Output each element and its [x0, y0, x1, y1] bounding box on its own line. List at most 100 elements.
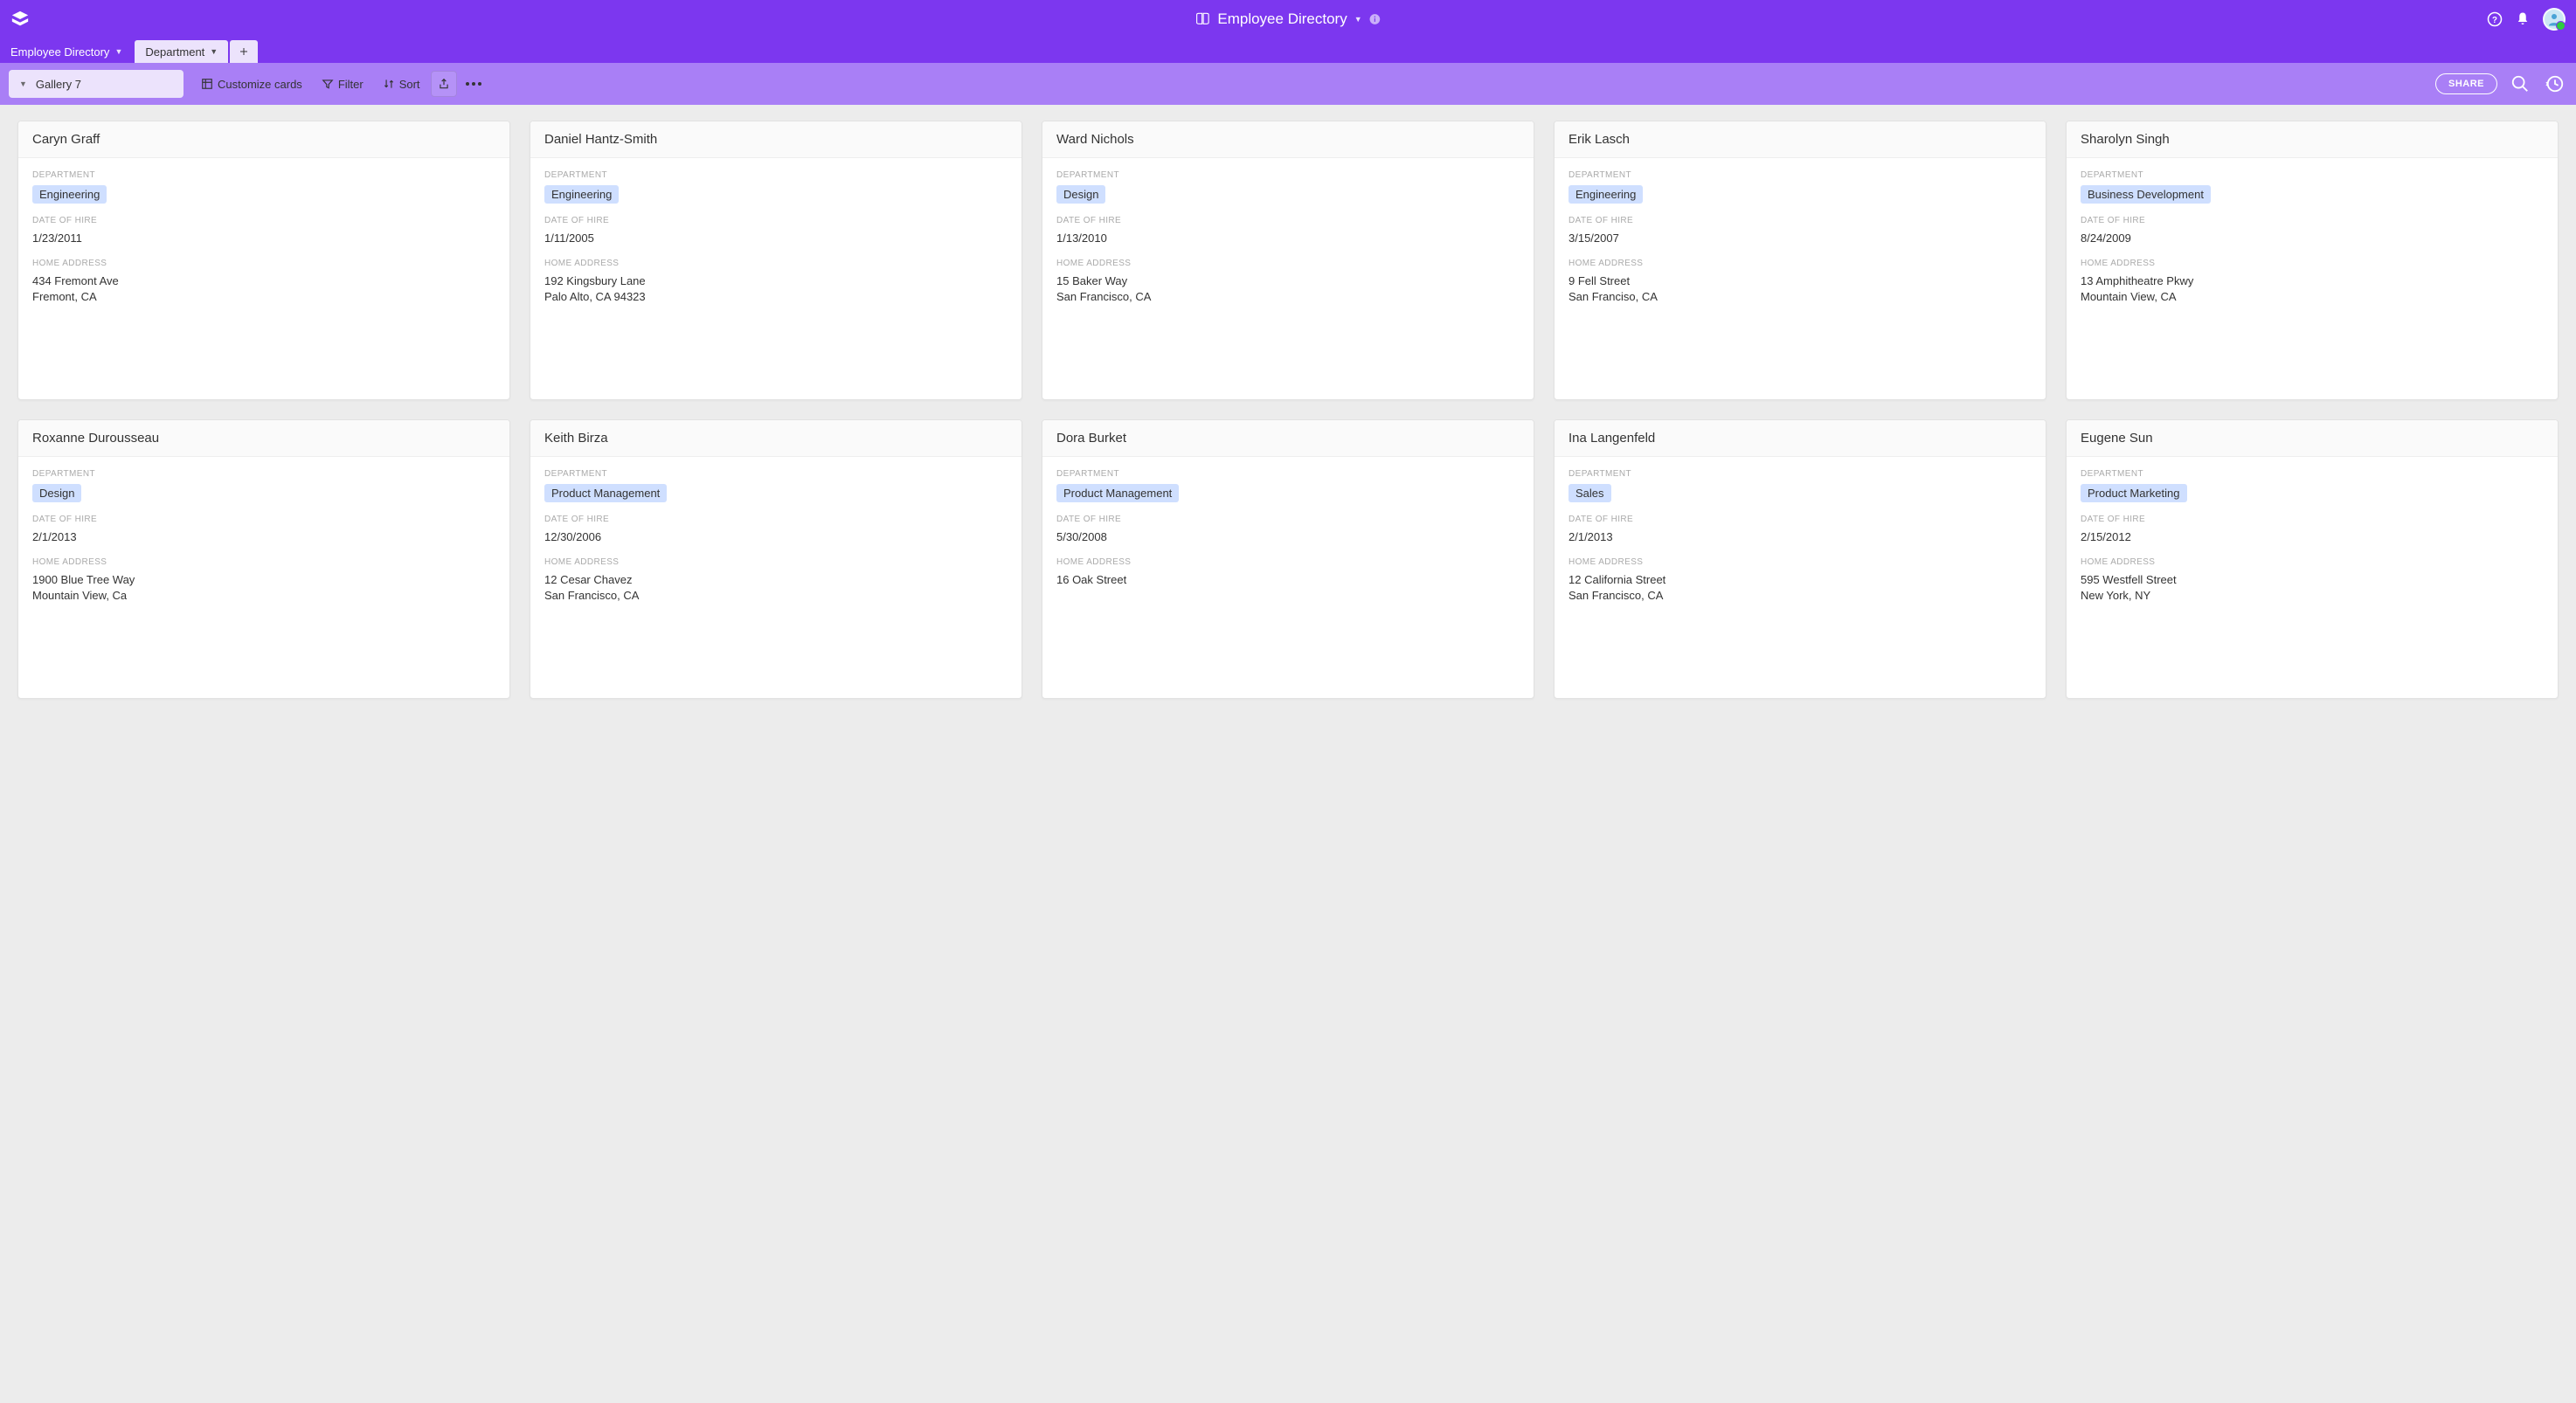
field-label-hire: DATE OF HIRE	[544, 216, 1008, 225]
record-card[interactable]: Keith BirzaDEPARTMENTProduct ManagementD…	[530, 419, 1022, 699]
address-value: 9 Fell Street San Franciso, CA	[1568, 273, 2032, 305]
record-card[interactable]: Sharolyn Singh DEPARTMENT Business Develop…	[2066, 121, 2559, 400]
hire-date-value: 5/30/2008	[1056, 529, 1520, 545]
field-label-department: DEPARTMENT	[1568, 469, 2032, 479]
hire-date-value: 1/11/2005	[544, 231, 1008, 246]
view-bar: ▼ Gallery 7 Customize cards Filter Sort	[0, 63, 2576, 105]
table-tab[interactable]: Department ▼	[135, 40, 228, 63]
card-title: Ina Langenfeld	[1555, 420, 2046, 457]
chevron-down-icon: ▼	[1354, 15, 1362, 24]
history-icon	[2545, 74, 2565, 93]
field-label-address: HOME ADDRESS	[2081, 259, 2544, 268]
add-table-tab[interactable]	[230, 40, 258, 63]
tab-label: Employee Directory	[10, 45, 109, 59]
field-label-hire: DATE OF HIRE	[1056, 515, 1520, 524]
chevron-down-icon: ▼	[19, 79, 27, 88]
field-label-address: HOME ADDRESS	[2081, 557, 2544, 567]
record-card[interactable]: Ina LangenfeldDEPARTMENTSalesDATE OF HIR…	[1554, 419, 2046, 699]
filter-icon	[322, 78, 334, 90]
hire-date-value: 2/15/2012	[2081, 529, 2544, 545]
sort-button[interactable]: Sort	[374, 70, 429, 98]
card-body: DEPARTMENTDesignDATE OF HIRE1/13/2010HOM…	[1042, 158, 1534, 320]
department-tag: Business Development	[2081, 185, 2211, 204]
export-button[interactable]	[431, 71, 457, 97]
search-icon	[2510, 74, 2530, 93]
view-name: Gallery 7	[36, 78, 81, 91]
view-bar-right: SHARE	[2435, 72, 2567, 96]
header-right: ?	[2487, 8, 2566, 31]
hire-date-value: 2/1/2013	[32, 529, 495, 545]
department-tag: Product Marketing	[2081, 484, 2187, 502]
customize-cards-button[interactable]: Customize cards	[192, 70, 311, 98]
history-button[interactable]	[2543, 72, 2567, 96]
more-options-button[interactable]	[459, 70, 488, 98]
dots-icon	[466, 82, 481, 86]
top-header: Employee Directory ▼ ?	[0, 0, 2576, 38]
table-tab-strip: Employee Directory ▼ Department ▼	[0, 38, 2576, 63]
view-selector[interactable]: ▼ Gallery 7	[9, 70, 184, 98]
address-value: 12 California Street San Francisco, CA	[1568, 572, 2032, 604]
card-title: Ward Nichols	[1042, 121, 1534, 158]
department-tag: Product Management	[544, 484, 667, 502]
card-title: Sharolyn Singh	[2067, 121, 2558, 158]
record-card[interactable]: Erik LaschDEPARTMENTEngineeringDATE OF H…	[1554, 121, 2046, 400]
address-value: 16 Oak Street	[1056, 572, 1520, 588]
base-title: Employee Directory	[1217, 10, 1347, 28]
header-title-group[interactable]: Employee Directory ▼	[1195, 10, 1381, 28]
address-value: 15 Baker Way San Francisco, CA	[1056, 273, 1520, 305]
record-card[interactable]: Roxanne DurousseauDEPARTMENTDesignDATE O…	[17, 419, 510, 699]
department-tag: Design	[1056, 185, 1105, 204]
record-card[interactable]: Daniel Hantz-SmithDEPARTMENTEngineeringD…	[530, 121, 1022, 400]
department-tag: Engineering	[544, 185, 619, 204]
card-body: DEPARTMENTDesignDATE OF HIRE2/1/2013HOME…	[18, 457, 509, 619]
bell-icon[interactable]	[2515, 11, 2531, 27]
card-body: DEPARTMENTEngineeringDATE OF HIRE1/23/20…	[18, 158, 509, 320]
chevron-down-icon: ▼	[210, 47, 218, 56]
field-label-department: DEPARTMENT	[1056, 469, 1520, 479]
tab-label: Department	[145, 45, 204, 59]
card-title: Erik Lasch	[1555, 121, 2046, 158]
field-label-department: DEPARTMENT	[2081, 469, 2544, 479]
field-label-address: HOME ADDRESS	[544, 557, 1008, 567]
card-title: Eugene Sun	[2067, 420, 2558, 457]
table-tab[interactable]: Employee Directory ▼	[0, 40, 133, 63]
filter-button[interactable]: Filter	[313, 70, 372, 98]
department-tag: Engineering	[32, 185, 107, 204]
card-title: Roxanne Durousseau	[18, 420, 509, 457]
share-up-icon	[438, 78, 450, 90]
hire-date-value: 8/24/2009	[2081, 231, 2544, 246]
search-button[interactable]	[2508, 72, 2532, 96]
field-label-hire: DATE OF HIRE	[544, 515, 1008, 524]
department-tag: Sales	[1568, 484, 1611, 502]
record-card[interactable]: Dora BurketDEPARTMENTProduct ManagementD…	[1042, 419, 1534, 699]
help-icon[interactable]: ?	[2487, 11, 2503, 27]
user-avatar[interactable]	[2543, 8, 2566, 31]
hire-date-value: 2/1/2013	[1568, 529, 2032, 545]
hire-date-value: 12/30/2006	[544, 529, 1008, 545]
card-body: DEPARTMENTEngineeringDATE OF HIRE3/15/20…	[1555, 158, 2046, 320]
field-label-department: DEPARTMENT	[544, 170, 1008, 180]
field-label-address: HOME ADDRESS	[544, 259, 1008, 268]
record-card[interactable]: Ward NicholsDEPARTMENTDesignDATE OF HIRE…	[1042, 121, 1534, 400]
field-label-address: HOME ADDRESS	[32, 557, 495, 567]
field-label-department: DEPARTMENT	[32, 469, 495, 479]
record-card[interactable]: Caryn GraffDEPARTMENTEngineeringDATE OF …	[17, 121, 510, 400]
app-logo-icon[interactable]	[10, 10, 30, 29]
field-label-address: HOME ADDRESS	[32, 259, 495, 268]
card-body: DEPARTMENT Product Marketing DATE OF HIRE 2…	[2067, 457, 2558, 619]
card-body: DEPARTMENT Engineering DATE OF HIRE 1/11/20…	[530, 158, 1021, 320]
grid-icon	[201, 78, 213, 90]
field-label-address: HOME ADDRESS	[1056, 259, 1520, 268]
field-label-address: HOME ADDRESS	[1568, 259, 2032, 268]
card-body: DEPARTMENTSalesDATE OF HIRE2/1/2013HOME …	[1555, 457, 2046, 619]
department-tag: Product Management	[1056, 484, 1179, 502]
share-button[interactable]: SHARE	[2435, 73, 2497, 94]
address-value: 434 Fremont Ave Fremont, CA	[32, 273, 495, 305]
chevron-down-icon: ▼	[114, 47, 122, 56]
field-label-hire: DATE OF HIRE	[2081, 515, 2544, 524]
info-icon[interactable]	[1369, 13, 1381, 25]
field-label-department: DEPARTMENT	[2081, 170, 2544, 180]
field-label-hire: DATE OF HIRE	[32, 216, 495, 225]
sort-icon	[383, 78, 395, 90]
record-card[interactable]: Eugene Sun DEPARTMENT Product Marketing DAT…	[2066, 419, 2559, 699]
